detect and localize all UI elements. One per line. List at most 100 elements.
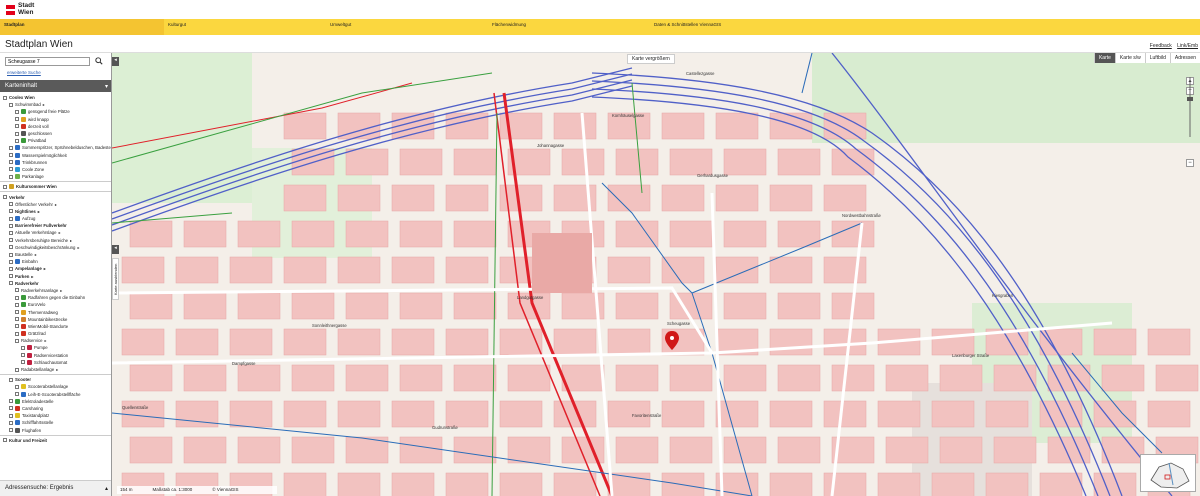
- layer-checkbox[interactable]: [21, 353, 25, 358]
- layer-checkbox[interactable]: [15, 288, 19, 293]
- search-icon[interactable]: [95, 57, 103, 65]
- overview-map[interactable]: [1140, 454, 1196, 492]
- layer-item[interactable]: Verkehr: [0, 193, 111, 200]
- layer-item[interactable]: Coolex Wien: [0, 94, 111, 101]
- layer-checkbox[interactable]: [9, 102, 13, 107]
- search-input[interactable]: [5, 57, 90, 66]
- layer-checkbox[interactable]: [9, 230, 13, 235]
- layer-checkbox[interactable]: [9, 281, 13, 286]
- layer-item[interactable]: geschlossen: [0, 130, 111, 137]
- layer-item[interactable]: Öffentlicher Verkehr ▸: [0, 201, 111, 208]
- layer-checkbox[interactable]: [9, 153, 13, 158]
- layer-checkbox[interactable]: [15, 392, 19, 397]
- layer-checkbox[interactable]: [9, 413, 13, 418]
- nav-flaechenwidmung[interactable]: Flächenwidmung: [488, 19, 650, 35]
- layer-item[interactable]: genügend freie Plätze: [0, 108, 111, 115]
- expand-panel-button[interactable]: ◂: [112, 245, 119, 254]
- layer-checkbox[interactable]: [21, 345, 25, 350]
- layer-item[interactable]: Radabstellanlage ▸: [0, 366, 111, 373]
- layer-checkbox[interactable]: [9, 245, 13, 250]
- layer-checkbox[interactable]: [3, 195, 7, 200]
- tab-luftbild[interactable]: Luftbild: [1144, 53, 1170, 63]
- layer-item[interactable]: Radservicestation: [0, 352, 111, 359]
- layer-checkbox[interactable]: [15, 367, 19, 372]
- layer-item[interactable]: Aktuelle Verkehrslage ▸: [0, 229, 111, 236]
- layer-item[interactable]: Aufzug: [0, 215, 111, 222]
- layer-checkbox[interactable]: [9, 167, 13, 172]
- expand-arrow-icon[interactable]: ▸: [44, 265, 46, 272]
- layer-checkbox[interactable]: [9, 252, 13, 257]
- layer-checkbox[interactable]: [9, 174, 13, 179]
- layer-checkbox[interactable]: [15, 317, 19, 322]
- layer-checkbox[interactable]: [15, 138, 19, 143]
- expand-arrow-icon[interactable]: ▸: [55, 201, 57, 208]
- layer-item[interactable]: Verkehrsberuhigte Bereiche ▸: [0, 237, 111, 244]
- expand-arrow-icon[interactable]: ▸: [43, 101, 45, 108]
- layer-item[interactable]: Parken ▸: [0, 273, 111, 280]
- layer-checkbox[interactable]: [9, 223, 13, 228]
- layer-item[interactable]: Taxistandplatz: [0, 412, 111, 419]
- layer-item[interactable]: Elektroladestelle: [0, 398, 111, 405]
- layer-checkbox[interactable]: [9, 259, 13, 264]
- layer-checkbox[interactable]: [9, 274, 13, 279]
- layer-checkbox[interactable]: [15, 109, 19, 114]
- expand-arrow-icon[interactable]: ▸: [56, 366, 58, 373]
- zoom-out-button[interactable]: −: [1186, 159, 1194, 167]
- layer-item[interactable]: WienMobil-Standorte: [0, 323, 111, 330]
- layer-item[interactable]: Kultursommer Wien: [0, 183, 111, 190]
- layer-checkbox[interactable]: [9, 145, 13, 150]
- layer-item[interactable]: Flughafen: [0, 426, 111, 433]
- layer-item[interactable]: Themenradweg: [0, 308, 111, 315]
- layer-checkbox[interactable]: [21, 360, 25, 365]
- layer-item[interactable]: Scooterabstellanlage: [0, 383, 111, 390]
- expand-arrow-icon[interactable]: ▸: [31, 273, 33, 280]
- tab-adressen[interactable]: Adressen: [1169, 53, 1200, 63]
- layer-item[interactable]: Radverkehrsanlage ▸: [0, 287, 111, 294]
- layer-item[interactable]: Kultur und Freizeit: [0, 437, 111, 444]
- nav-stadtplan[interactable]: Stadtplan: [0, 19, 164, 35]
- layer-item[interactable]: Parkanlage: [0, 173, 111, 180]
- collapse-sidebar-button[interactable]: ◂: [112, 57, 119, 66]
- layer-item[interactable]: Grätzlrad: [0, 330, 111, 337]
- layer-checkbox[interactable]: [9, 160, 13, 165]
- layer-item[interactable]: wird knapp: [0, 116, 111, 123]
- tab-karte[interactable]: Karte: [1093, 53, 1115, 63]
- expand-arrow-icon[interactable]: ▸: [38, 208, 40, 215]
- layer-item[interactable]: Scooter: [0, 376, 111, 383]
- expand-arrow-icon[interactable]: ▸: [45, 337, 47, 344]
- map-content-header[interactable]: Karteninhalt ▾: [0, 80, 111, 92]
- enlarge-map-button[interactable]: Karte vergrößern: [627, 54, 675, 64]
- layer-item[interactable]: Nightlines ▸: [0, 208, 111, 215]
- layer-item[interactable]: Mountainbikestrecke: [0, 316, 111, 323]
- nav-kulturgut[interactable]: Kulturgut: [164, 19, 326, 35]
- vienna-logo[interactable]: Stadt Wien: [6, 2, 46, 17]
- layer-checkbox[interactable]: [9, 406, 13, 411]
- layer-item[interactable]: Schlauchautomat: [0, 359, 111, 366]
- layer-item[interactable]: Schwimmbad ▸: [0, 101, 111, 108]
- layer-item[interactable]: Barrierefreier Fußverkehr: [0, 222, 111, 229]
- map-canvas[interactable]: Castellezgasse Nordwestbahnstraße Johannag…: [112, 53, 1200, 496]
- layer-item[interactable]: Coole Zone: [0, 166, 111, 173]
- layer-checkbox[interactable]: [15, 331, 19, 336]
- layer-checkbox[interactable]: [15, 117, 19, 122]
- layer-item[interactable]: Baustelle ▸: [0, 251, 111, 258]
- layer-item[interactable]: Privatbad: [0, 137, 111, 144]
- address-result-panel[interactable]: Adressensuche: Ergebnis ▴: [0, 480, 111, 496]
- layer-checkbox[interactable]: [9, 209, 13, 214]
- expand-arrow-icon[interactable]: ▸: [60, 287, 62, 294]
- layer-checkbox[interactable]: [15, 131, 19, 136]
- layer-item[interactable]: Schifffahrtsstelle: [0, 419, 111, 426]
- advanced-search-link[interactable]: erweiterte Suche: [7, 70, 41, 75]
- layer-checkbox[interactable]: [9, 428, 13, 433]
- zoom-slider[interactable]: [1186, 77, 1194, 157]
- layer-checkbox[interactable]: [15, 124, 19, 129]
- nav-umweltgut[interactable]: Umweltgut: [326, 19, 488, 35]
- layer-item[interactable]: Ampelanlage ▸: [0, 265, 111, 272]
- layer-item[interactable]: EuroVelo: [0, 301, 111, 308]
- hide-map-tab[interactable]: Karte ausblenden: [112, 258, 119, 300]
- layer-checkbox[interactable]: [3, 95, 7, 100]
- layer-checkbox[interactable]: [9, 202, 13, 207]
- layer-item[interactable]: Radservice ▸: [0, 337, 111, 344]
- layer-checkbox[interactable]: [3, 438, 7, 443]
- tab-karte-sw[interactable]: Karte s/w: [1114, 53, 1145, 63]
